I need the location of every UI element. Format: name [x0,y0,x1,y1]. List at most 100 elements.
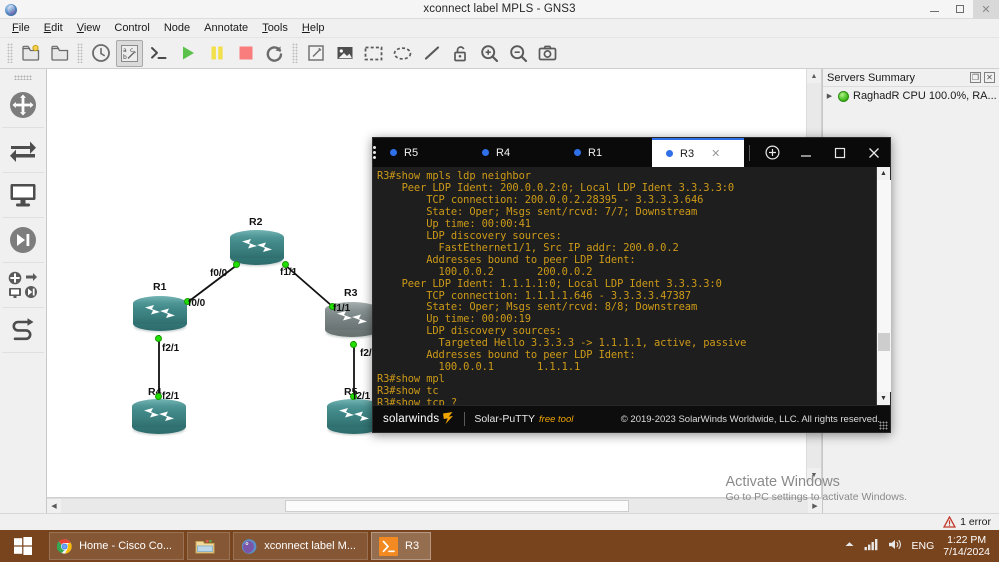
link-status-dot [155,393,162,400]
stop-all-icon[interactable] [232,40,259,67]
add-note-icon[interactable] [302,40,329,67]
statusbar: 1 error [0,513,999,530]
dock-float-button[interactable]: ❐ [970,72,981,83]
error-count-label[interactable]: 1 error [960,516,991,528]
putty-tab-r1[interactable]: R1 [560,138,652,167]
window-title: xconnect label MPLS - GNS3 [0,3,999,15]
add-link-icon[interactable] [2,308,44,353]
plus-circle-icon[interactable] [755,138,789,167]
windows-taskbar: Home - Cisco Co... xconnect label M... R… [0,530,999,562]
menu-edit[interactable]: Edit [37,20,70,36]
scroll-left-arrow[interactable]: ◀ [47,499,61,513]
putty-tab-label: R5 [404,147,418,159]
pause-all-icon[interactable] [203,40,230,67]
putty-window-controls [744,138,891,167]
putty-tab-r3[interactable]: R3 ✕ [652,138,744,167]
interface-label: f2/1 [353,391,370,402]
putty-terminal[interactable]: R3#show mpls ldp neighbor Peer LDP Ident… [373,167,890,405]
file-explorer-icon [195,538,215,555]
terminal-output[interactable]: R3#show mpls ldp neighbor Peer LDP Ident… [373,167,876,405]
chrome-icon [57,538,72,555]
network-signal-icon[interactable] [864,538,879,554]
toolbar-grip[interactable] [7,43,13,63]
recent-projects-clock-icon[interactable] [87,40,114,67]
topology-node-r4[interactable] [132,399,186,435]
screenshot-annotate-icon[interactable]: abc [116,40,143,67]
interface-label: f0/0 [210,268,227,279]
taskbar-item-label: xconnect label M... [264,540,356,552]
router-arrows-icon [339,408,369,421]
terminal-scroll-track[interactable] [877,180,891,392]
clock-time: 1:22 PM [943,534,990,546]
take-screenshot-icon[interactable] [534,40,561,67]
close-tab-icon[interactable]: ✕ [711,147,720,160]
terminal-scroll-up-arrow[interactable]: ▲ [880,167,887,180]
hscroll-thumb[interactable] [285,500,629,512]
interface-label: f2/1 [162,391,179,402]
taskbar-item-file-explorer[interactable] [187,532,230,560]
menu-help[interactable]: Help [295,20,332,36]
routers-icon[interactable] [2,83,44,128]
device-toolbar-grip[interactable] [14,75,32,80]
language-indicator[interactable]: ENG [912,540,935,552]
terminal-vertical-scrollbar[interactable]: ▲ ▼ [876,167,890,405]
clock-date: 7/14/2024 [943,546,990,558]
insert-image-icon[interactable] [331,40,358,67]
resize-grip[interactable] [879,421,888,430]
toolbar-grip-2[interactable] [77,43,83,63]
taskbar-item-label: R3 [405,540,419,552]
console-icon[interactable] [145,40,172,67]
toolbar-grip-3[interactable] [292,43,298,63]
menu-file[interactable]: FFileile [5,20,37,36]
draw-rectangle-icon[interactable] [360,40,387,67]
putty-close-button[interactable] [857,138,891,167]
zoom-in-icon[interactable] [476,40,503,67]
taskbar-item-gns3[interactable]: xconnect label M... [233,532,368,560]
start-all-icon[interactable] [174,40,201,67]
all-devices-icon[interactable] [2,263,44,308]
draw-ellipse-icon[interactable] [389,40,416,67]
lock-items-icon[interactable] [447,40,474,67]
free-tool-tag: free tool [539,414,573,425]
clock[interactable]: 1:22 PM 7/14/2024 [943,534,990,558]
putty-maximize-button[interactable] [823,138,857,167]
tab-status-dot [482,149,489,156]
terminal-scroll-thumb[interactable] [878,333,890,351]
dock-title-text: Servers Summary [827,72,915,84]
end-devices-icon[interactable] [2,173,44,218]
scroll-down-arrow[interactable]: ▼ [807,468,821,482]
hscroll-track[interactable] [61,499,808,513]
zoom-out-icon[interactable] [505,40,532,67]
divider [749,145,750,161]
draw-line-icon[interactable] [418,40,445,67]
menu-node[interactable]: Node [157,20,197,36]
putty-tab-r5[interactable]: R5 [376,138,468,167]
chevron-right-icon[interactable]: ▶ [825,92,834,100]
security-devices-icon[interactable] [2,218,44,263]
switches-icon[interactable] [2,128,44,173]
speaker-icon[interactable] [888,538,903,554]
canvas-horizontal-scrollbar[interactable]: ◀ ▶ [47,498,822,513]
new-project-icon[interactable] [17,40,44,67]
menu-view[interactable]: View [70,20,108,36]
scroll-right-arrow[interactable]: ▶ [808,499,822,513]
reload-all-icon[interactable] [261,40,288,67]
menubar: FFileile Edit View Control Node Annotate… [0,19,999,38]
server-summary-item[interactable]: ▶ RaghadR CPU 100.0%, RA... [825,90,997,102]
scroll-up-arrow[interactable]: ▲ [807,69,821,83]
menu-tools[interactable]: Tools [255,20,295,36]
putty-minimize-button[interactable] [789,138,823,167]
taskbar-item-chrome[interactable]: Home - Cisco Co... [49,532,184,560]
node-label-r2: R2 [249,216,262,228]
chevron-up-icon[interactable] [844,540,855,552]
open-project-icon[interactable] [46,40,73,67]
dock-close-button[interactable]: ✕ [984,72,995,83]
terminal-scroll-down-arrow[interactable]: ▼ [880,392,887,405]
menu-control[interactable]: Control [107,20,156,36]
start-button[interactable] [0,530,46,562]
putty-tab-r4[interactable]: R4 [468,138,560,167]
node-label-r1: R1 [153,281,166,293]
topology-node-r1[interactable] [133,296,187,332]
menu-annotate[interactable]: Annotate [197,20,255,36]
taskbar-item-solar-putty[interactable]: R3 [371,532,431,560]
